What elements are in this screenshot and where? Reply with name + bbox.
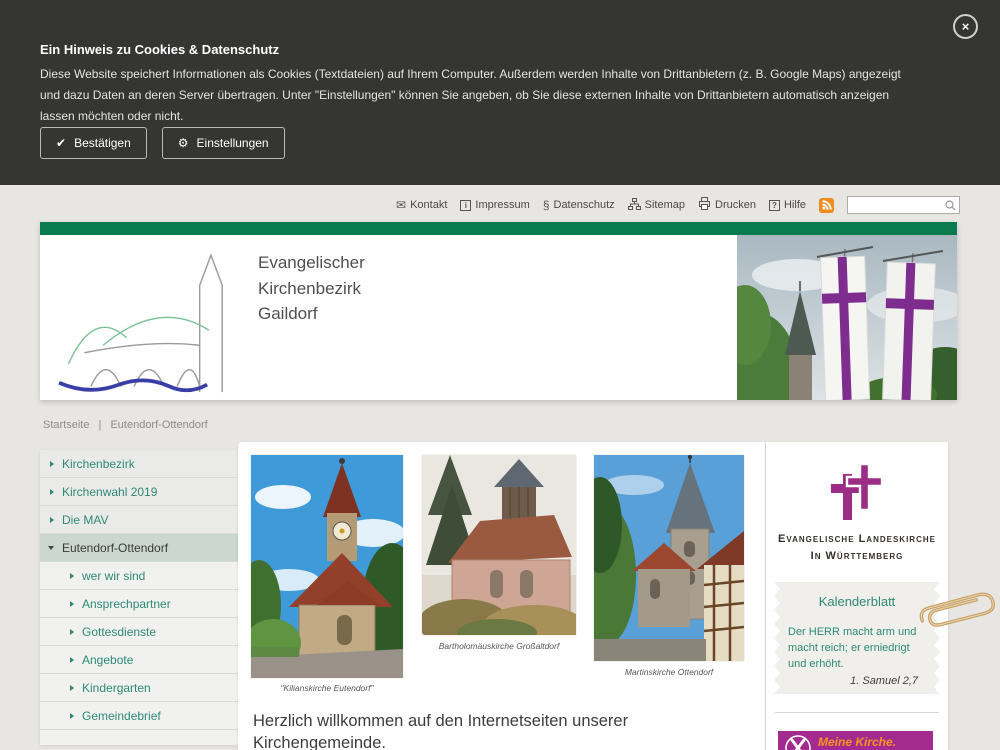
main-content: "Kilianskirche Eutendorf"	[238, 442, 765, 750]
section-icon: §	[543, 199, 550, 211]
nav-drucken-label: Drucken	[715, 199, 756, 211]
nav-datenschutz-label: Datenschutz	[554, 199, 615, 211]
nav-sitemap[interactable]: Sitemap	[628, 198, 685, 213]
welcome-text: Herzlich willkommen auf den Internetseit…	[253, 710, 683, 750]
envelope-icon: ✉	[396, 199, 406, 211]
page: ✉ Kontakt i Impressum § Datenschutz Site…	[0, 0, 1000, 750]
breadcrumb-separator: |	[99, 419, 102, 431]
info-icon: i	[460, 200, 471, 211]
sidebar-item-label: Gemeindebrief	[82, 709, 161, 723]
sidebar-item-kirchenbezirk[interactable]: Kirchenbezirk	[40, 450, 238, 478]
cookie-banner-title: Ein Hinweis zu Cookies & Datenschutz	[40, 42, 279, 57]
cookie-banner-text: Diese Website speichert Informationen al…	[40, 64, 918, 127]
sidebar-item-label: Ansprechpartner	[82, 597, 171, 611]
site-title-line1: Evangelischer	[258, 250, 365, 276]
church-photo-eutendorf[interactable]: "Kilianskirche Eutendorf"	[251, 455, 403, 678]
site-title: Evangelischer Kirchenbezirk Gaildorf	[258, 250, 365, 327]
confirm-button-label: Bestätigen	[74, 136, 131, 150]
check-icon: ✔	[56, 136, 66, 150]
nav-drucken[interactable]: Drucken	[698, 197, 756, 213]
chevron-right-icon	[50, 461, 54, 467]
nav-kontakt[interactable]: ✉ Kontakt	[396, 199, 447, 211]
nav-datenschutz[interactable]: § Datenschutz	[543, 199, 615, 211]
church-photo-ottendorf[interactable]: Martinskirche Ottendorf	[594, 455, 744, 661]
breadcrumb: Startseite | Eutendorf-Ottendorf	[43, 419, 208, 431]
sidebar-divider	[775, 712, 939, 713]
photo-caption: Bartholomäuskirche Großaltdorf	[422, 641, 576, 651]
breadcrumb-home[interactable]: Startseite	[43, 419, 89, 431]
sidebar-item-gottesdienste[interactable]: Gottesdienste	[40, 618, 238, 646]
nav-hilfe-label: Hilfe	[784, 199, 806, 211]
photo-caption: Martinskirche Ottendorf	[594, 667, 744, 677]
nav-hilfe[interactable]: ? Hilfe	[769, 199, 806, 211]
utility-nav: ✉ Kontakt i Impressum § Datenschutz Site…	[396, 196, 960, 214]
sidebar-item-angebote[interactable]: Angebote	[40, 646, 238, 674]
landeskirche-name-line2: In Württemberg	[766, 548, 948, 565]
printer-icon	[698, 197, 711, 213]
kirchenwahl-logo-icon	[785, 735, 811, 750]
nav-kontakt-label: Kontakt	[410, 199, 447, 211]
gear-icon: ⚙	[178, 136, 189, 150]
landeskirche-logo[interactable]: Evangelische Landeskirche In Württemberg	[766, 464, 948, 564]
help-icon: ?	[769, 200, 780, 211]
sidebar-item-label: Gottesdienste	[82, 625, 156, 639]
cookie-banner: × Ein Hinweis zu Cookies & Datenschutz D…	[0, 0, 1000, 185]
site-title-line3: Gaildorf	[258, 301, 365, 327]
chevron-right-icon	[50, 517, 54, 523]
photo-caption: "Kilianskirche Eutendorf"	[251, 683, 403, 693]
sidebar-item-kirchenwahl[interactable]: Kirchenwahl 2019	[40, 478, 238, 506]
meine-kirche-banner[interactable]: Meine Kirche. …	[778, 731, 933, 750]
sidebar-item-label: Die MAV	[62, 513, 108, 527]
breadcrumb-current[interactable]: Eutendorf-Ottendorf	[110, 419, 207, 431]
search-icon[interactable]	[945, 200, 956, 214]
search-input[interactable]	[848, 197, 959, 213]
chevron-right-icon	[70, 713, 74, 719]
landeskirche-name-line1: Evangelische Landeskirche	[766, 531, 948, 548]
sidebar-item-label: Kindergarten	[82, 681, 151, 695]
header-photo-flags	[737, 235, 957, 400]
sidebar-item-label: Kirchenbezirk	[62, 457, 135, 471]
sidebar-item-die-mav[interactable]: Die MAV	[40, 506, 238, 534]
sidebar-item-label: wer wir sind	[82, 569, 145, 583]
sidebar-item-label: Kirchenwahl 2019	[62, 485, 157, 499]
chevron-right-icon	[70, 657, 74, 663]
close-icon[interactable]: ×	[953, 14, 978, 39]
chevron-right-icon	[70, 629, 74, 635]
kalenderblatt-quote: Der HERR macht arm und macht reich; er e…	[788, 625, 926, 673]
sidebar-item-kindergarten[interactable]: Kindergarten	[40, 674, 238, 702]
chevron-right-icon	[50, 489, 54, 495]
meine-kirche-text: Meine Kirche.	[818, 735, 896, 749]
paperclip-icon	[912, 580, 998, 643]
kalenderblatt-source: 1. Samuel 2,7	[774, 675, 918, 687]
settings-button[interactable]: ⚙ Einstellungen	[162, 127, 285, 159]
sidebar-item-label: Angebote	[82, 653, 133, 667]
sidebar-item-gemeindebrief[interactable]: Gemeindebrief	[40, 702, 238, 730]
site-header: Evangelischer Kirchenbezirk Gaildorf	[40, 222, 957, 400]
header-green-bar	[40, 222, 957, 235]
confirm-button[interactable]: ✔ Bestätigen	[40, 127, 147, 159]
rss-icon[interactable]	[819, 198, 834, 213]
settings-button-label: Einstellungen	[197, 136, 269, 150]
site-title-line2: Kirchenbezirk	[258, 276, 365, 302]
chevron-right-icon	[70, 685, 74, 691]
sidebar-item-wer-wir-sind[interactable]: wer wir sind	[40, 562, 238, 590]
sidebar-item-ansprechpartner[interactable]: Ansprechpartner	[40, 590, 238, 618]
site-logo-drawing[interactable]	[50, 244, 250, 399]
sidebar-item-eutendorf-ottendorf[interactable]: Eutendorf-Ottendorf	[40, 534, 238, 562]
sidebar-menu: Kirchenbezirk Kirchenwahl 2019 Die MAV E…	[40, 450, 238, 745]
nav-impressum-label: Impressum	[475, 199, 529, 211]
sidebar-item-partial	[40, 730, 238, 745]
church-photo-grossaltdorf[interactable]: Bartholomäuskirche Großaltdorf	[422, 455, 576, 635]
double-cross-icon	[831, 464, 883, 520]
nav-impressum[interactable]: i Impressum	[460, 199, 529, 211]
sidebar-item-label: Eutendorf-Ottendorf	[62, 541, 168, 555]
chevron-down-icon	[48, 546, 54, 550]
right-sidebar: Evangelische Landeskirche In Württemberg…	[766, 442, 948, 750]
chevron-right-icon	[70, 601, 74, 607]
sitemap-icon	[628, 198, 641, 213]
nav-sitemap-label: Sitemap	[645, 199, 685, 211]
search-box	[847, 196, 960, 214]
chevron-right-icon	[70, 573, 74, 579]
